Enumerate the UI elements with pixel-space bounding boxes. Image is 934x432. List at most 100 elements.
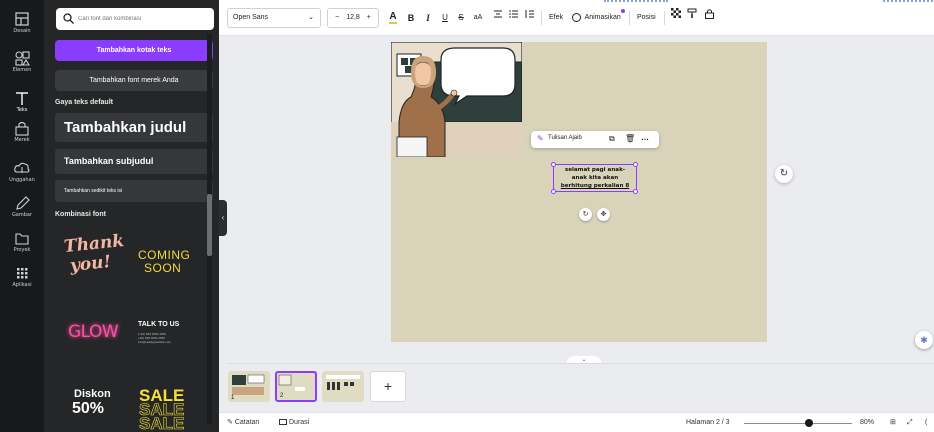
fullscreen-icon[interactable]: ⤢ [907,413,913,432]
magic-write-icon: ✎ [537,134,544,143]
effects-button[interactable]: Efek [549,0,563,36]
trash-icon[interactable]: 🗑 [625,134,635,143]
combo-diskon[interactable]: Diskon 50% [56,385,131,429]
add-subheading-button[interactable]: Tambahkan subjudul [55,149,213,174]
add-brand-font-button[interactable]: Tambahkan font merek Anda [55,70,213,91]
rotate-icon: ↻ [582,211,589,218]
position-button[interactable]: Posisi [637,0,656,36]
text-color-button[interactable]: A [387,0,399,36]
combo-text: you! [69,251,112,277]
page-thumbnail[interactable] [322,371,364,402]
align-button[interactable] [492,0,504,36]
rail-label: Desain [13,28,31,34]
letter-case-button[interactable]: aA [471,0,485,36]
zoom-value[interactable]: 80% [860,413,874,432]
zoom-slider-knob[interactable] [804,419,813,427]
combo-text: GLOW [68,322,119,342]
rail-item-uploads[interactable]: Unggahan [0,155,44,191]
font-size-value[interactable]: 12,8 [346,14,360,21]
resize-handle[interactable] [551,162,556,167]
underline-button[interactable]: U [439,0,451,36]
duration-button[interactable]: Durasi [279,413,309,432]
resize-handle[interactable] [633,162,638,167]
collapse-panel-handle[interactable]: ‹ [219,200,227,236]
rail-item-design[interactable]: Desain [0,6,44,42]
combo-text: Diskon [74,388,111,400]
add-page-button[interactable]: + [370,371,406,402]
panel-scrollbar[interactable] [207,34,212,424]
help-icon[interactable]: ( [925,413,927,432]
more-options-icon[interactable]: … [641,133,650,142]
grid-view-icon[interactable]: ⊞ [890,413,896,432]
combo-glow[interactable]: GLOW [56,312,131,357]
style-copy-button[interactable] [670,0,682,36]
text-color-icon: A [389,11,397,24]
align-center-icon [493,10,503,21]
combo-talk-to-us[interactable]: TALK TO US (+62) 838 4684 4050 +62) 838 … [133,318,213,358]
textbox-line: berhitung perkalian 8 [560,183,630,189]
apps-icon [0,264,44,282]
paint-roller-icon [687,8,698,21]
font-combos-label: Kombinasi font [55,211,106,218]
combo-sale[interactable]: SALE SALE SALE [133,387,213,432]
notes-button[interactable]: ✎ Catatan [227,413,259,432]
combo-text: SOON [144,261,182,275]
list-icon [509,10,519,21]
rail-item-projects[interactable]: Proyek [0,225,44,261]
rail-label: Proyek [13,247,31,253]
search-icon [62,12,75,25]
duplicate-icon[interactable]: ⧉ [609,134,615,144]
bold-button[interactable]: B [405,0,417,36]
animate-icon [572,12,581,22]
rail-item-apps[interactable]: Aplikasi [0,260,44,296]
font-size-minus-button[interactable]: − [335,14,339,21]
font-search[interactable] [56,8,214,30]
rail-item-draw[interactable]: Gambar [0,190,44,226]
text-icon [0,89,44,107]
combo-text: TALK TO US [138,321,180,328]
font-family-dropdown[interactable]: Open Sans ⌄ [227,8,321,28]
paint-format-button[interactable] [686,0,698,36]
magic-write-button[interactable]: Tulisan Ajaib [548,135,582,141]
lock-button[interactable] [703,0,715,36]
combo-thank-you[interactable]: Thank you! [56,230,131,294]
zoom-slider[interactable] [744,423,852,424]
add-body-text-button[interactable]: Tambahkan sedikit teks isi [55,180,213,202]
strikethrough-button[interactable]: S [455,0,467,36]
scrollbar-thumb[interactable] [207,194,212,256]
magic-assistant-button[interactable]: ✱ [915,331,933,349]
add-heading-button[interactable]: Tambahkan judul [55,113,213,142]
combo-text: COMING [138,248,191,262]
shapes-icon [0,49,44,67]
line-spacing-icon [525,10,535,21]
animate-label: Animasikan [584,14,621,21]
brand-icon [0,119,44,137]
selected-textbox[interactable]: selamat pagi anak- anak kita akan berhit… [553,164,637,192]
page-indicator[interactable]: Halaman 2 / 3 [686,413,730,432]
list-button[interactable] [508,0,520,36]
move-button[interactable]: ✥ [597,208,610,221]
notification-dot-icon [620,9,625,13]
refresh-page-button[interactable]: ↻ [775,165,793,183]
teacher-illustration[interactable] [390,41,523,158]
font-size-plus-button[interactable]: + [367,14,371,21]
folder-icon [0,229,44,247]
spacing-button[interactable] [524,0,536,36]
resize-handle[interactable] [551,189,556,194]
chevron-left-icon: ‹ [221,213,225,222]
animate-button[interactable]: Animasikan [572,0,625,36]
rail-item-brand[interactable]: Merek [0,115,44,151]
combo-coming-soon[interactable]: COMING SOON [133,245,213,285]
loading-indicator [883,0,933,3]
search-input[interactable] [78,12,208,26]
rotate-button[interactable]: ↻ [579,208,592,221]
page-thumbnail-active[interactable]: 2 [275,371,317,402]
italic-button[interactable]: I [422,0,434,36]
notes-icon: ✎ [227,419,235,426]
resize-handle[interactable] [633,189,638,194]
add-textbox-button[interactable]: Tambahkan kotak teks [55,40,213,61]
rail-item-elements[interactable]: Elemen [0,45,44,81]
combo-text: 50% [72,400,105,417]
page-thumbnail[interactable]: 1 [228,371,270,402]
font-size-stepper[interactable]: − 12,8 + [327,8,379,28]
